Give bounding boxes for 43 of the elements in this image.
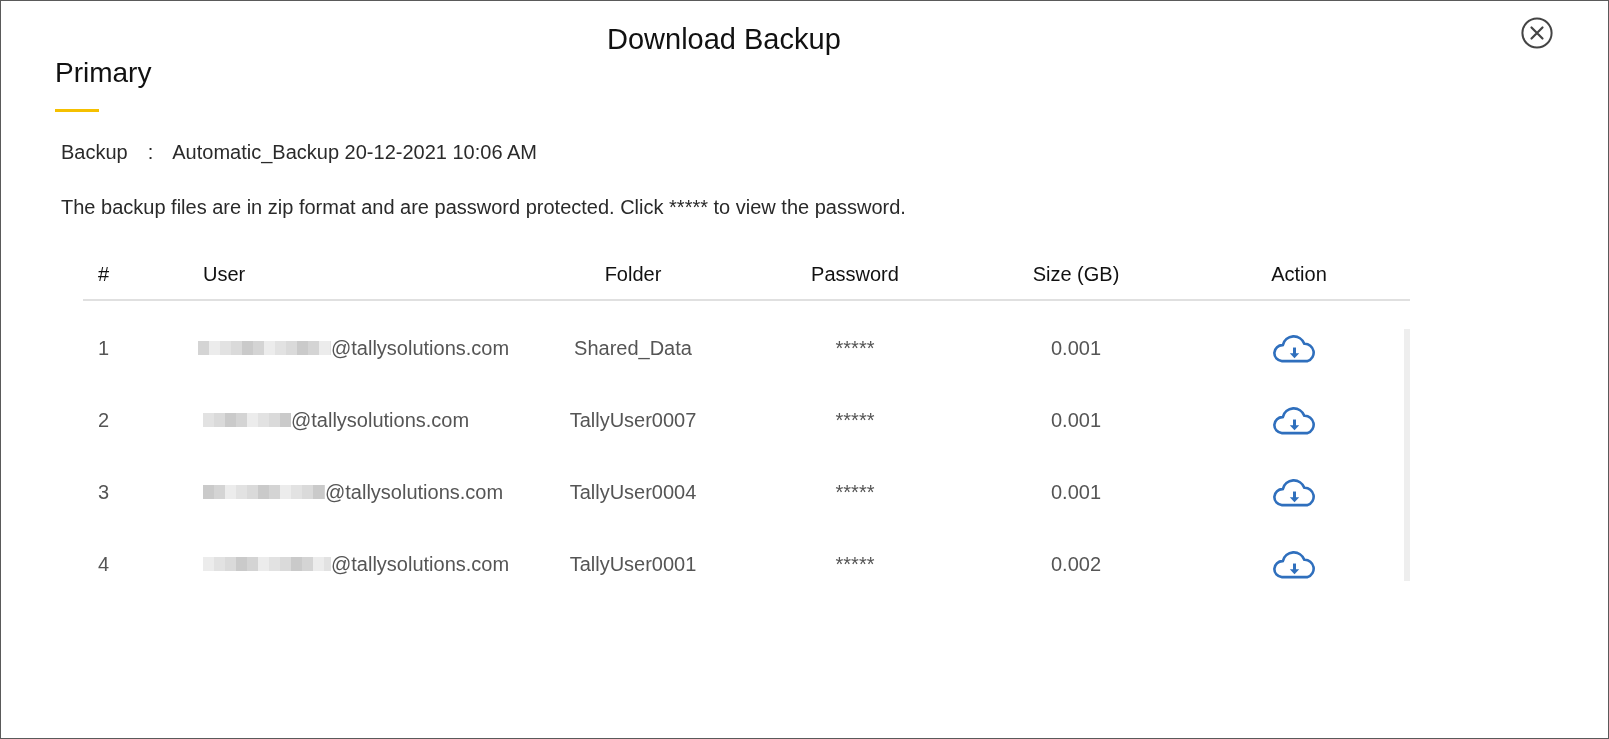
column-header: User	[203, 263, 246, 285]
masked-password[interactable]: *****	[835, 337, 875, 359]
masked-password[interactable]: *****	[835, 481, 875, 503]
section-title: Primary	[55, 57, 152, 89]
cloud-download-icon	[1272, 477, 1316, 507]
backup-label: Backup	[61, 140, 128, 164]
download-button[interactable]	[1272, 477, 1316, 507]
folder-name: TallyUser0004	[569, 481, 697, 503]
row-number: 2	[98, 409, 110, 431]
size-value: 0.001	[1050, 337, 1102, 359]
user-email: @tallysolutions.com	[331, 552, 510, 576]
user-email: @tallysolutions.com	[291, 408, 470, 432]
folder-name: TallyUser0007	[569, 409, 697, 431]
row-number: 1	[98, 337, 110, 359]
column-header: #	[98, 263, 110, 285]
title-underline	[55, 109, 99, 112]
download-button[interactable]	[1272, 549, 1316, 579]
column-header: Password	[811, 263, 899, 285]
download-button[interactable]	[1272, 333, 1316, 363]
size-value: 0.002	[1050, 553, 1102, 575]
masked-password[interactable]: *****	[835, 553, 875, 575]
folder-name: TallyUser0001	[569, 553, 697, 575]
column-header: Size (GB)	[1032, 263, 1120, 285]
backup-name: Automatic_Backup 20-12-2021 10:06 AM	[172, 140, 537, 164]
close-icon	[1521, 17, 1553, 49]
cloud-download-icon	[1272, 549, 1316, 579]
size-value: 0.001	[1050, 409, 1102, 431]
column-header: Folder	[604, 263, 662, 285]
column-header: Action	[1271, 263, 1327, 285]
masked-password[interactable]: *****	[835, 409, 875, 431]
cloud-download-icon	[1272, 405, 1316, 435]
user-email: @tallysolutions.com	[325, 480, 504, 504]
cloud-download-icon	[1272, 333, 1316, 363]
row-number: 3	[98, 481, 110, 503]
download-button[interactable]	[1272, 405, 1316, 435]
info-text: The backup files are in zip format and are password protected. Click ***** to view the password.	[61, 195, 906, 219]
dialog-title: Download Backup	[607, 22, 841, 56]
row-number: 4	[98, 553, 110, 575]
size-value: 0.001	[1050, 481, 1102, 503]
user-email: @tallysolutions.com	[331, 336, 510, 360]
folder-name: Shared_Data	[574, 337, 692, 359]
separator: :	[147, 140, 154, 164]
close-button[interactable]	[1521, 17, 1553, 49]
